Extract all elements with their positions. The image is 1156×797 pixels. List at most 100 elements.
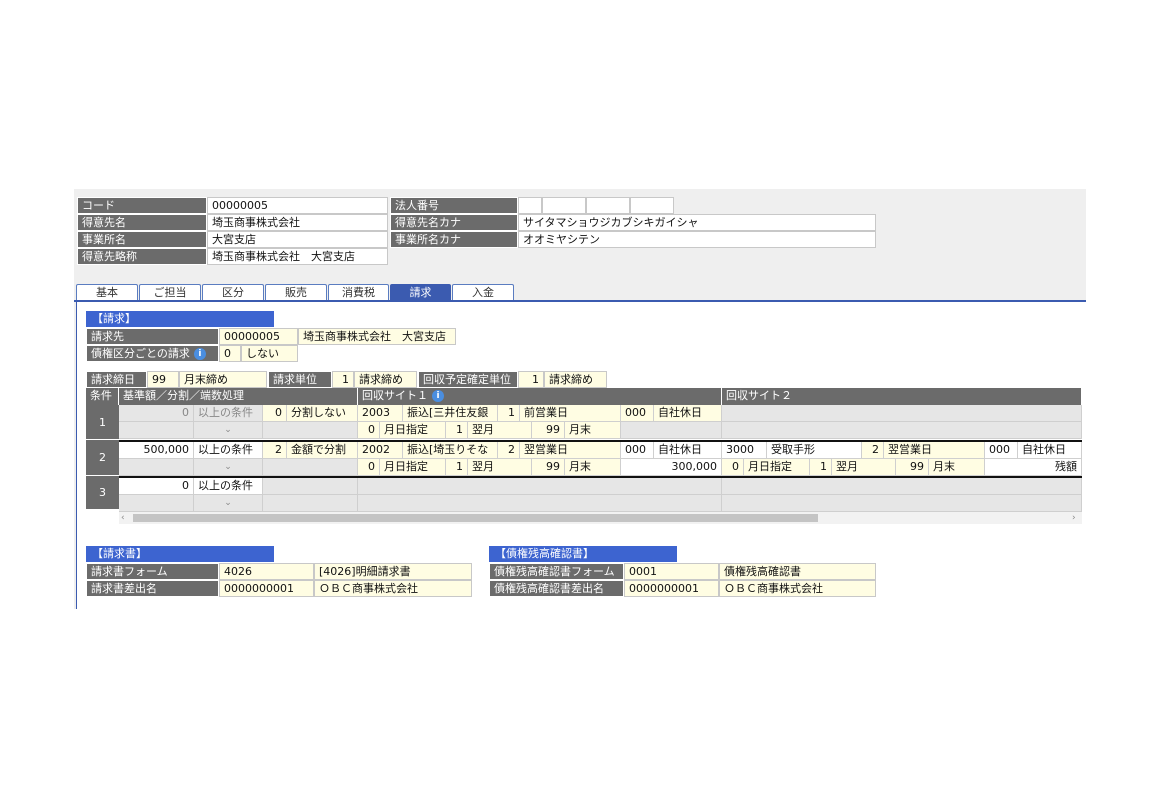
row1-site1b-day-code[interactable]: 99 — [532, 422, 565, 439]
row1-blank — [119, 422, 194, 439]
corporate-number-field-2[interactable] — [542, 197, 586, 214]
row3-split-empty[interactable] — [263, 478, 358, 495]
scrollbar-thumb[interactable] — [133, 514, 818, 522]
billing-section-title: 【請求】 — [86, 311, 274, 327]
row1-condition[interactable]: 以上の条件 — [194, 405, 263, 422]
invoice-sender-code-field[interactable]: 0000000001 — [219, 580, 314, 597]
row2-site1-day-code[interactable]: 2 — [498, 442, 520, 459]
customer-kana-label: 得意先名カナ — [390, 214, 518, 231]
invoice-form-code-field[interactable]: 4026 — [219, 563, 314, 580]
grid-header-site1: 回収サイト１ i — [358, 388, 722, 405]
code-label: コード — [77, 197, 207, 214]
row1-site1-day-code[interactable]: 1 — [498, 405, 520, 422]
row2-site1b-code[interactable]: 0 — [358, 459, 380, 476]
row1-site2-empty[interactable] — [722, 405, 1082, 422]
customer-abbr-field[interactable]: 埼玉商事株式会社 大宮支店 — [207, 248, 388, 265]
row1-dropdown-icon[interactable]: ⌄ — [194, 422, 263, 439]
confirm-sender-code-field[interactable]: 0000000001 — [624, 580, 719, 597]
row2-amount[interactable]: 500,000 — [119, 442, 194, 459]
confirm-form-name: 債権残高確認書 — [719, 563, 876, 580]
row2-site2-remain[interactable]: 残額 — [985, 459, 1082, 476]
row3-site2-empty[interactable] — [722, 478, 1082, 495]
row2-site2b-month: 翌月 — [832, 459, 896, 476]
info-icon[interactable]: i — [432, 390, 444, 402]
corporate-number-field-3[interactable] — [586, 197, 630, 214]
customer-name-label: 得意先名 — [77, 214, 207, 231]
invoice-form-label: 請求書フォーム — [86, 563, 219, 580]
row2-site1-method: 振込[埼玉りそな — [403, 442, 498, 459]
billto-code-field[interactable]: 00000005 — [219, 328, 298, 345]
row1-site1-amount-empty[interactable] — [621, 422, 722, 439]
row3-site1-empty[interactable] — [358, 478, 722, 495]
row2-site2b-day-code[interactable]: 99 — [896, 459, 929, 476]
row3-site1b-empty[interactable] — [358, 495, 722, 512]
tab-category[interactable]: 区分 — [202, 284, 264, 301]
row2-site1-amount[interactable]: 300,000 — [621, 459, 722, 476]
corporate-number-field-4[interactable] — [630, 197, 674, 214]
tab-sales[interactable]: 販売 — [265, 284, 327, 301]
plan-unit-field[interactable]: 1 — [518, 371, 544, 388]
perclass-label: 債権区分ごとの請求 i — [86, 345, 219, 362]
tab-billing[interactable]: 請求 — [390, 284, 451, 301]
code-field[interactable]: 00000005 — [207, 197, 388, 214]
row1-site1b-month-code[interactable]: 1 — [446, 422, 468, 439]
invoice-section-title: 【請求書】 — [86, 546, 274, 562]
row3-dropdown-icon[interactable]: ⌄ — [194, 495, 263, 512]
row2-site2b-month-code[interactable]: 1 — [810, 459, 832, 476]
row1-site1-method: 振込[三井住友銀 — [403, 405, 498, 422]
grid-header-site1-text: 回収サイト１ — [362, 389, 428, 402]
row1-site1b-spec: 月日指定 — [380, 422, 446, 439]
corporate-number-field-1[interactable] — [518, 197, 542, 214]
confirm-form-label: 債権残高確認書フォーム — [489, 563, 624, 580]
row2-site2-holiday: 自社休日 — [1018, 442, 1082, 459]
confirm-sender-label: 債権残高確認書差出名 — [489, 580, 624, 597]
row1-amount[interactable]: 0 — [119, 405, 194, 422]
row2-site2-day-code[interactable]: 2 — [862, 442, 884, 459]
grid-header-base: 基準額／分割／端数処理 — [119, 388, 358, 405]
scroll-right-icon[interactable]: › — [1072, 512, 1082, 524]
confirm-section-title: 【債権残高確認書】 — [489, 546, 677, 562]
row2-split-code[interactable]: 2 — [263, 442, 287, 459]
row2-site2-method: 受取手形 — [767, 442, 862, 459]
customer-kana-field[interactable]: サイタマショウジカブシキガイシャ — [518, 214, 876, 231]
row3-condition[interactable]: 以上の条件 — [194, 478, 263, 495]
row3-site2b-empty[interactable] — [722, 495, 1082, 512]
confirm-form-code-field[interactable]: 0001 — [624, 563, 719, 580]
scroll-left-icon[interactable]: ‹ — [121, 512, 131, 524]
tab-contact[interactable]: ご担当 — [139, 284, 201, 301]
row2-site1b-month-code[interactable]: 1 — [446, 459, 468, 476]
office-name-field[interactable]: 大宮支店 — [207, 231, 388, 248]
row2-site1-holiday-code[interactable]: 000 — [621, 442, 654, 459]
billing-unit-field[interactable]: 1 — [332, 371, 354, 388]
row2-site2-code[interactable]: 3000 — [722, 442, 767, 459]
office-kana-field[interactable]: オオミヤシテン — [518, 231, 876, 248]
closing-day-value: 月末締め — [179, 371, 267, 388]
row2-site2-holiday-code[interactable]: 000 — [985, 442, 1018, 459]
confirm-sender-name: ＯＢＣ商事株式会社 — [719, 580, 876, 597]
grid-header-condition: 条件 — [86, 388, 119, 405]
row1-site1b-code[interactable]: 0 — [358, 422, 380, 439]
closing-day-field[interactable]: 99 — [147, 371, 179, 388]
row2-site2b-day: 月末 — [929, 459, 985, 476]
tab-tax[interactable]: 消費税 — [328, 284, 389, 301]
row2-site1b-day-code[interactable]: 99 — [532, 459, 565, 476]
billto-name: 埼玉商事株式会社 大宮支店 — [298, 328, 456, 345]
row2-site2b-code[interactable]: 0 — [722, 459, 744, 476]
info-icon[interactable]: i — [193, 348, 206, 360]
row2-condition[interactable]: 以上の条件 — [194, 442, 263, 459]
row1-site2b-empty[interactable] — [722, 422, 1082, 439]
row3-amount[interactable]: 0 — [119, 478, 194, 495]
row2-dropdown-icon[interactable]: ⌄ — [194, 459, 263, 476]
customer-name-field[interactable]: 埼玉商事株式会社 — [207, 214, 388, 231]
tab-basic[interactable]: 基本 — [76, 284, 138, 301]
office-kana-label: 事業所名カナ — [390, 231, 518, 248]
perclass-code-field[interactable]: 0 — [219, 345, 241, 362]
row1-site1b-month: 翌月 — [468, 422, 532, 439]
row1-site1-code[interactable]: 2003 — [358, 405, 403, 422]
row1-site1-holiday-code[interactable]: 000 — [621, 405, 654, 422]
row2-site1-code[interactable]: 2002 — [358, 442, 403, 459]
row1-split-code[interactable]: 0 — [263, 405, 287, 422]
tab-payment[interactable]: 入金 — [452, 284, 514, 301]
closing-day-label: 請求締日 — [86, 371, 147, 388]
row3-blank — [263, 495, 358, 512]
